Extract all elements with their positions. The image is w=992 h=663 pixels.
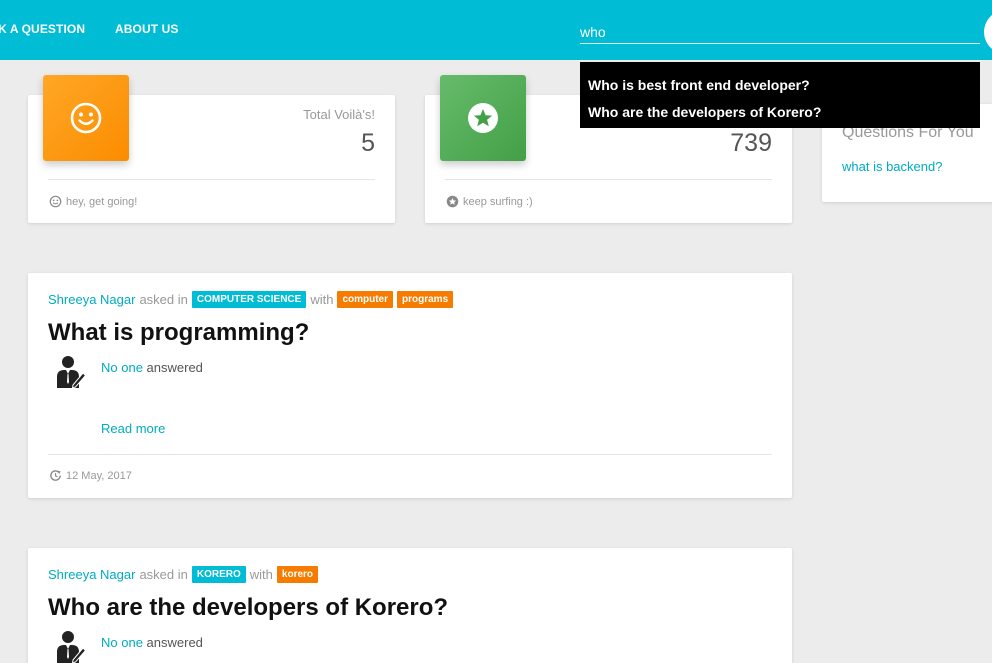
tag-chip[interactable]: programs: [397, 291, 454, 308]
question-title[interactable]: What is programming?: [48, 319, 309, 347]
question-card: Shreeya Nagar asked in KORERO with korer…: [28, 548, 792, 663]
suggested-question-link[interactable]: what is backend?: [842, 159, 942, 174]
tag-chip[interactable]: computer: [337, 291, 394, 308]
search-input[interactable]: [580, 20, 980, 44]
search-suggestions: Who is best front end developer? Who are…: [580, 62, 980, 128]
suggestion-item[interactable]: Who are the developers of Korero?: [580, 102, 980, 129]
user-avatar-icon: [57, 356, 86, 389]
asked-in-text: asked in: [139, 567, 188, 582]
divider: [48, 454, 772, 455]
question-card: Shreeya Nagar asked in COMPUTER SCIENCE …: [28, 273, 792, 498]
stat-footer: keep surfing :): [446, 195, 533, 208]
stat-card-voilas: Total Voilà's! 5 hey, get going!: [28, 75, 395, 223]
suggestion-item[interactable]: Who is best front end developer?: [580, 75, 980, 102]
category-chip[interactable]: COMPUTER SCIENCE: [191, 291, 307, 308]
stat-footer-text: hey, get going!: [66, 195, 138, 208]
tag-chip[interactable]: korero: [276, 566, 319, 583]
search-button[interactable]: [984, 10, 992, 54]
asked-in-text: asked in: [139, 292, 188, 307]
divider: [48, 179, 375, 180]
stat-footer-text: keep surfing :): [463, 195, 533, 208]
question-date: 12 May, 2017: [49, 469, 132, 482]
read-more-link[interactable]: Read more: [101, 421, 165, 436]
with-text: with: [310, 292, 334, 307]
date-text: 12 May, 2017: [66, 469, 132, 482]
with-text: with: [249, 567, 273, 582]
user-avatar-icon: [57, 631, 86, 663]
stat-value: 739: [730, 129, 772, 157]
smiley-icon: [43, 75, 129, 161]
answered-text: answered: [146, 360, 203, 375]
stat-value: 5: [361, 129, 375, 157]
author-link[interactable]: Shreeya Nagar: [48, 567, 135, 582]
smiley-small-icon: [49, 195, 62, 208]
answers-status: No one answered: [101, 635, 203, 650]
author-link[interactable]: Shreeya Nagar: [48, 292, 135, 307]
answered-text: answered: [146, 635, 203, 650]
answerer-link[interactable]: No one: [101, 635, 143, 650]
question-meta: Shreeya Nagar asked in KORERO with korer…: [48, 566, 322, 583]
question-title[interactable]: Who are the developers of Korero?: [48, 594, 448, 622]
stat-footer: hey, get going!: [49, 195, 137, 208]
top-navbar: SK A QUESTION ABOUT US: [0, 0, 992, 60]
ask-question-link[interactable]: SK A QUESTION: [0, 22, 85, 36]
stat-label: Total Voilà's!: [303, 107, 375, 122]
star-small-icon: [446, 195, 459, 208]
divider: [445, 179, 772, 180]
star-icon: [440, 75, 526, 161]
history-icon: [50, 470, 61, 481]
answers-status: No one answered: [101, 360, 203, 375]
question-meta: Shreeya Nagar asked in COMPUTER SCIENCE …: [48, 291, 457, 308]
answerer-link[interactable]: No one: [101, 360, 143, 375]
about-us-link[interactable]: ABOUT US: [115, 22, 178, 36]
category-chip[interactable]: KORERO: [191, 566, 246, 583]
